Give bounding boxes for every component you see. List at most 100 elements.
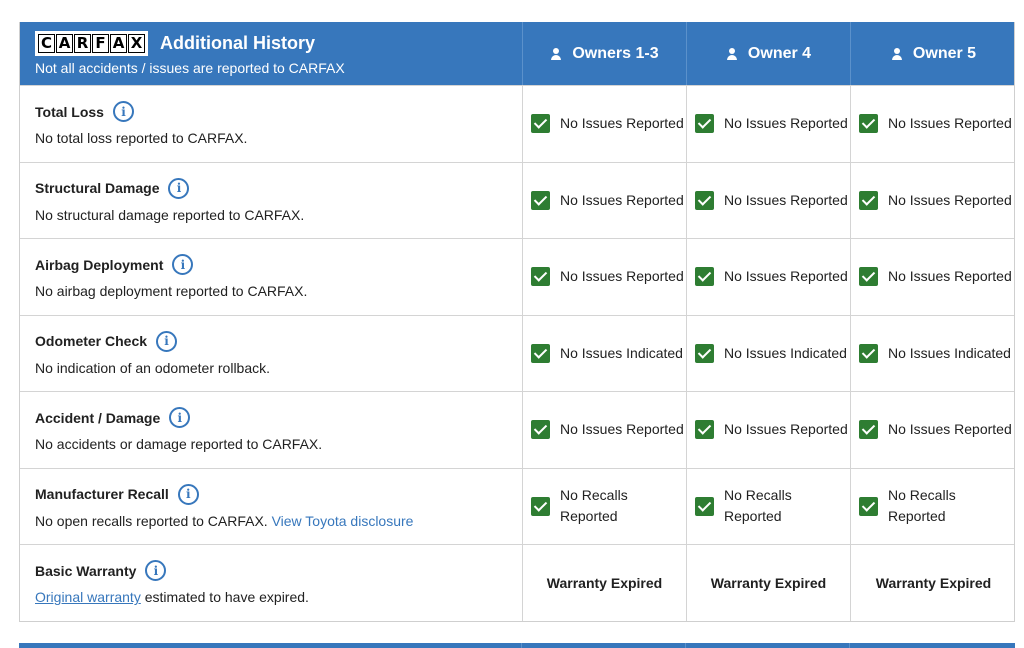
row-title: Structural Damage: [35, 180, 160, 197]
checkmark-icon: [859, 496, 878, 516]
row-title: Manufacturer Recall: [35, 486, 169, 503]
table-header: CARFAX Additional History Not all accide…: [20, 22, 1014, 85]
checkmark-icon: [695, 420, 714, 440]
owner-column-header: Owners 1-3: [522, 22, 686, 85]
status-cell: No Recalls Reported: [686, 468, 850, 544]
row-description-text: estimated to have expired.: [144, 589, 309, 606]
info-icon[interactable]: i: [168, 177, 190, 199]
logo-letter: X: [128, 34, 145, 53]
status-text: No Issues Reported: [888, 421, 1012, 438]
info-icon[interactable]: i: [169, 407, 191, 429]
owner-column-header: Owner 5: [850, 22, 1016, 85]
table-row: Structural Damage i No structural damage …: [20, 161, 1016, 239]
status-text: No Issues Reported: [724, 191, 848, 208]
view-toyota-disclosure-link[interactable]: View Toyota disclosure: [272, 513, 414, 529]
checkmark-icon: [695, 267, 714, 287]
checkmark-icon: [859, 267, 878, 287]
row-label-cell: Basic Warranty i Original warranty estima…: [20, 545, 522, 621]
status-cell: No Recalls Reported: [522, 468, 686, 544]
row-title: Airbag Deployment: [35, 256, 164, 273]
status-text: No Issues Indicated: [888, 344, 1011, 361]
warranty-status-cell: Warranty Expired: [522, 545, 686, 621]
checkmark-icon: [859, 343, 878, 363]
checkmark-icon: [859, 190, 878, 210]
status-text: No Issues Reported: [724, 421, 848, 438]
info-icon[interactable]: i: [112, 101, 134, 123]
status-cell: No Issues Indicated: [686, 315, 850, 391]
row-title: Basic Warranty: [35, 562, 137, 579]
checkmark-icon: [859, 114, 878, 134]
table-row: Accident / Damage i No accidents or damag…: [20, 391, 1014, 468]
status-text: No Recalls: [888, 487, 956, 504]
row-description: No total loss reported to CARFAX.: [35, 130, 248, 147]
status-text: No Issues Reported: [560, 421, 684, 438]
status-cell: No Issues Reported: [686, 162, 850, 238]
checkmark-icon: [531, 114, 550, 134]
status-cell: No Issues Reported: [686, 86, 850, 162]
status-cell: No Issues Reported: [522, 86, 686, 162]
row-description-text: No open recalls reported to CARFAX.: [35, 512, 268, 529]
status-text: No Issues Indicated: [560, 344, 683, 361]
logo-letter: A: [56, 34, 73, 53]
status-text: No Recalls: [560, 487, 628, 504]
status-text: No Issues Reported: [888, 191, 1012, 208]
logo-letter: A: [110, 34, 127, 53]
person-icon: [891, 47, 903, 60]
logo-letter: R: [74, 34, 91, 53]
checkmark-icon: [695, 496, 714, 516]
next-section-header: [19, 643, 1015, 648]
warranty-status-cell: Warranty Expired: [686, 545, 850, 621]
logo-letter: F: [92, 34, 109, 53]
row-label-cell: Structural Damage i No structural damage …: [20, 163, 522, 239]
status-cell: No Issues Reported: [850, 162, 1016, 238]
status-cell: No Issues Indicated: [522, 315, 686, 391]
row-label-cell: Manufacturer Recall i No open recalls rep…: [20, 469, 522, 545]
status-cell: No Issues Reported: [522, 162, 686, 238]
row-label-cell: Airbag Deployment i No airbag deployment …: [20, 239, 522, 315]
status-text: No Issues Indicated: [724, 344, 847, 361]
status-text: No Issues Reported: [888, 268, 1012, 285]
checkmark-icon: [531, 496, 550, 516]
info-icon[interactable]: i: [156, 330, 178, 352]
status-text: Reported: [724, 508, 782, 525]
table-row: Airbag Deployment i No airbag deployment …: [20, 238, 1014, 315]
status-text: No Issues Reported: [888, 115, 1012, 132]
row-label-cell: Odometer Check i No indication of an odom…: [20, 316, 522, 392]
status-cell: No Issues Reported: [686, 392, 850, 468]
status-text: No Issues Reported: [560, 268, 684, 285]
status-cell: No Issues Reported: [686, 239, 850, 315]
owner-label: Owner 5: [912, 44, 977, 62]
info-icon[interactable]: i: [145, 560, 167, 582]
row-description: No open recalls reported to CARFAX. View…: [35, 513, 413, 529]
status-text: No Issues Reported: [724, 115, 848, 132]
status-text: No Issues Reported: [560, 115, 684, 132]
owner-column-header: Owner 4: [686, 22, 850, 85]
section-title: Additional History: [160, 33, 316, 53]
owner-label: Owners 1-3: [572, 44, 659, 62]
row-description: No accidents or damage reported to CARFA…: [35, 436, 323, 453]
checkmark-icon: [531, 420, 550, 440]
checkmark-icon: [859, 420, 878, 440]
info-icon[interactable]: i: [172, 254, 194, 276]
additional-history-table: CARFAX Additional History Not all accide…: [19, 22, 1015, 622]
checkmark-icon: [695, 114, 714, 134]
section-subtitle: Not all accidents / issues are reported …: [35, 60, 345, 76]
carfax-logo: CARFAX: [35, 31, 148, 56]
original-warranty-link[interactable]: Original warranty: [35, 589, 141, 605]
info-icon[interactable]: i: [177, 483, 199, 505]
checkmark-icon: [695, 190, 714, 210]
status-text: No Recalls: [724, 487, 792, 504]
row-description: No indication of an odometer rollback.: [35, 359, 271, 376]
status-cell: No Issues Reported: [850, 239, 1016, 315]
table-row: Manufacturer Recall i No open recalls rep…: [20, 467, 1014, 545]
person-icon: [550, 47, 562, 60]
status-text: No Issues Reported: [560, 191, 684, 208]
row-label-cell: Accident / Damage i No accidents or damag…: [20, 392, 522, 468]
row-title: Odometer Check: [35, 333, 148, 350]
header-title-cell: CARFAX Additional History Not all accide…: [20, 22, 522, 85]
status-cell: No Issues Reported: [522, 392, 686, 468]
table-row: Total Loss i No total loss reported to CA…: [20, 85, 1014, 162]
row-title: Accident / Damage: [35, 409, 161, 426]
checkmark-icon: [531, 343, 550, 363]
row-label-cell: Total Loss i No total loss reported to CA…: [20, 86, 522, 162]
